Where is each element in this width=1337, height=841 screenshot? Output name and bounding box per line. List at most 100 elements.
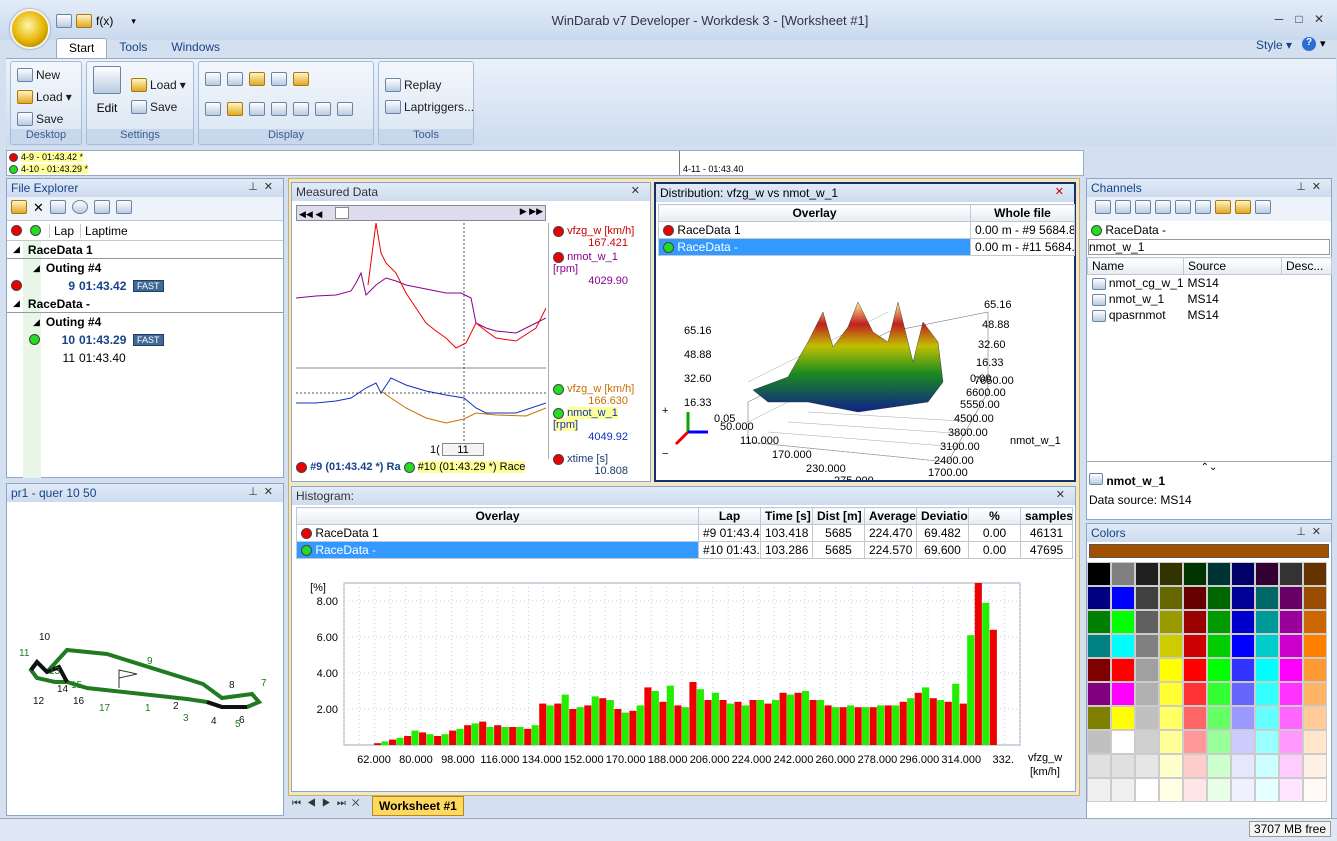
lap-timeline[interactable]: 4-9 - 01:43.42 * 4-10 - 01:43.29 * 4-11 … — [6, 150, 1084, 176]
color-swatch[interactable] — [1231, 658, 1255, 682]
color-swatch[interactable] — [1135, 730, 1159, 754]
dots-icon[interactable] — [271, 102, 287, 116]
axis-gizmo[interactable]: +− — [662, 405, 708, 460]
zoom-reset-icon[interactable] — [337, 102, 353, 116]
time-scrollbar[interactable]: ◀◀ ◀ ▶ ▶▶ — [296, 205, 546, 221]
color-swatch[interactable] — [1255, 778, 1279, 802]
channel-row[interactable]: nmot_cg_w_1 MS14 — [1088, 275, 1332, 292]
layers-icon[interactable] — [227, 102, 243, 116]
tab-start[interactable]: Start — [56, 38, 108, 58]
color-swatch[interactable] — [1231, 778, 1255, 802]
color-swatch[interactable] — [1207, 586, 1231, 610]
color-swatch[interactable] — [1135, 562, 1159, 586]
delete-icon[interactable]: ✕ — [33, 200, 44, 217]
color-swatch[interactable] — [1135, 778, 1159, 802]
color-swatch[interactable] — [1159, 754, 1183, 778]
col-header[interactable]: Overlay — [296, 507, 699, 525]
color-swatch[interactable] — [1135, 634, 1159, 658]
color-swatch[interactable] — [1087, 562, 1111, 586]
histogram-chart[interactable]: 2.00 4.00 6.00 8.00 [%] 62.000 80.000 98.000 116… — [296, 575, 1072, 787]
tree-row[interactable]: ◢ Outing #4 — [7, 259, 283, 277]
color-swatch[interactable] — [1279, 730, 1303, 754]
channel-row[interactable]: qpasrnmot MS14 — [1088, 307, 1332, 323]
color-swatch[interactable] — [1135, 706, 1159, 730]
color-swatch[interactable] — [1279, 586, 1303, 610]
col-header[interactable]: Lap — [698, 507, 761, 525]
help-channel-icon[interactable] — [1235, 200, 1251, 214]
list-icon[interactable] — [1095, 200, 1111, 214]
tab-navigation-icons[interactable]: ⏮◀▶⏭✕ — [292, 798, 365, 809]
color-swatch[interactable] — [1207, 634, 1231, 658]
details-icon[interactable] — [1115, 200, 1131, 214]
minimize-button[interactable]: ─ — [1270, 10, 1288, 28]
zoom-in-icon[interactable] — [293, 102, 309, 116]
color-swatch[interactable] — [1159, 706, 1183, 730]
color-swatch[interactable] — [1303, 586, 1327, 610]
channel-icon[interactable] — [49, 200, 66, 214]
color-swatch[interactable] — [1135, 610, 1159, 634]
color-swatch[interactable] — [1087, 586, 1111, 610]
signal-icon[interactable] — [1135, 200, 1151, 214]
track-map[interactable]: 101191314 15161217 1 23 4 5678 — [7, 502, 283, 814]
color-swatch[interactable] — [1159, 634, 1183, 658]
color-swatch[interactable] — [1255, 634, 1279, 658]
color-swatch[interactable] — [1087, 730, 1111, 754]
color-swatch[interactable] — [1111, 610, 1135, 634]
color-swatch[interactable] — [1159, 658, 1183, 682]
color-swatch[interactable] — [1207, 562, 1231, 586]
image-icon[interactable] — [93, 200, 110, 214]
color-swatch[interactable] — [1231, 634, 1255, 658]
report-icon[interactable] — [115, 200, 132, 214]
channel-filter-input[interactable] — [1088, 239, 1330, 255]
col-lap[interactable]: Lap — [49, 223, 74, 238]
table-row[interactable]: RaceData 1 #9 01:43.42 103.418 5685 224.470 6… — [296, 524, 1073, 542]
color-swatch[interactable] — [1303, 778, 1327, 802]
tree-row[interactable]: ◢ Outing #4 — [7, 313, 283, 331]
channel-row[interactable]: nmot_w_1 MS14 — [1088, 291, 1332, 307]
virtual-channel-icon[interactable] — [1175, 200, 1191, 214]
color-swatch[interactable] — [1255, 730, 1279, 754]
color-swatch[interactable] — [1255, 610, 1279, 634]
close-window-button[interactable]: ✕ — [1310, 10, 1328, 28]
color-swatch[interactable] — [1183, 730, 1207, 754]
color-swatch[interactable] — [1111, 562, 1135, 586]
expand-icon[interactable]: ◢ — [13, 298, 20, 309]
expand-icon[interactable]: ◢ — [33, 263, 40, 274]
table-row[interactable]: RaceData 1 0.00 m - #9 5684.84 — [658, 221, 1075, 239]
color-swatch[interactable] — [1279, 778, 1303, 802]
color-swatch[interactable] — [1279, 634, 1303, 658]
color-swatch[interactable] — [1231, 562, 1255, 586]
scroll-last-icon[interactable]: ▶ ▶▶ — [520, 206, 543, 217]
color-swatch[interactable] — [1207, 658, 1231, 682]
color-swatch[interactable] — [1159, 730, 1183, 754]
color-swatch[interactable] — [1087, 754, 1111, 778]
color-swatch[interactable] — [1279, 658, 1303, 682]
close-icon[interactable]: ✕ — [631, 184, 646, 197]
color-swatch[interactable] — [1087, 706, 1111, 730]
color-swatch[interactable] — [1183, 634, 1207, 658]
scroll-first-icon[interactable]: ◀◀ ◀ — [297, 209, 322, 219]
replay-button[interactable]: Replay — [385, 78, 441, 92]
cursor-readout[interactable]: 11 — [442, 443, 484, 456]
col-overlay[interactable]: Overlay — [658, 204, 971, 222]
color-swatch[interactable] — [1159, 682, 1183, 706]
table-row[interactable]: RaceData - 0.00 m - #11 5684.7 — [658, 238, 1075, 256]
color-swatch[interactable] — [1303, 730, 1327, 754]
help-icon[interactable]: ? — [1302, 37, 1316, 51]
close-icon[interactable]: ✕ — [1056, 488, 1071, 501]
help-dropdown-icon[interactable]: ▾ — [1320, 37, 1326, 50]
color-swatch[interactable] — [1183, 586, 1207, 610]
color-swatch[interactable] — [1159, 778, 1183, 802]
panel-pin-close-icons[interactable]: ⊥✕ — [1296, 180, 1327, 193]
zoom-out-icon[interactable] — [315, 102, 331, 116]
color-swatch[interactable] — [1183, 658, 1207, 682]
color-swatch[interactable] — [1183, 778, 1207, 802]
splitter-handle[interactable]: ⌃⌄ — [1087, 461, 1331, 473]
color-swatch[interactable] — [1207, 682, 1231, 706]
color-swatch[interactable] — [1279, 610, 1303, 634]
wave-icon[interactable] — [1195, 200, 1211, 214]
color-swatch[interactable] — [1087, 658, 1111, 682]
color-swatch[interactable] — [1159, 586, 1183, 610]
color-swatch[interactable] — [1231, 730, 1255, 754]
tree-row[interactable]: ◢ RaceData - — [7, 295, 283, 313]
